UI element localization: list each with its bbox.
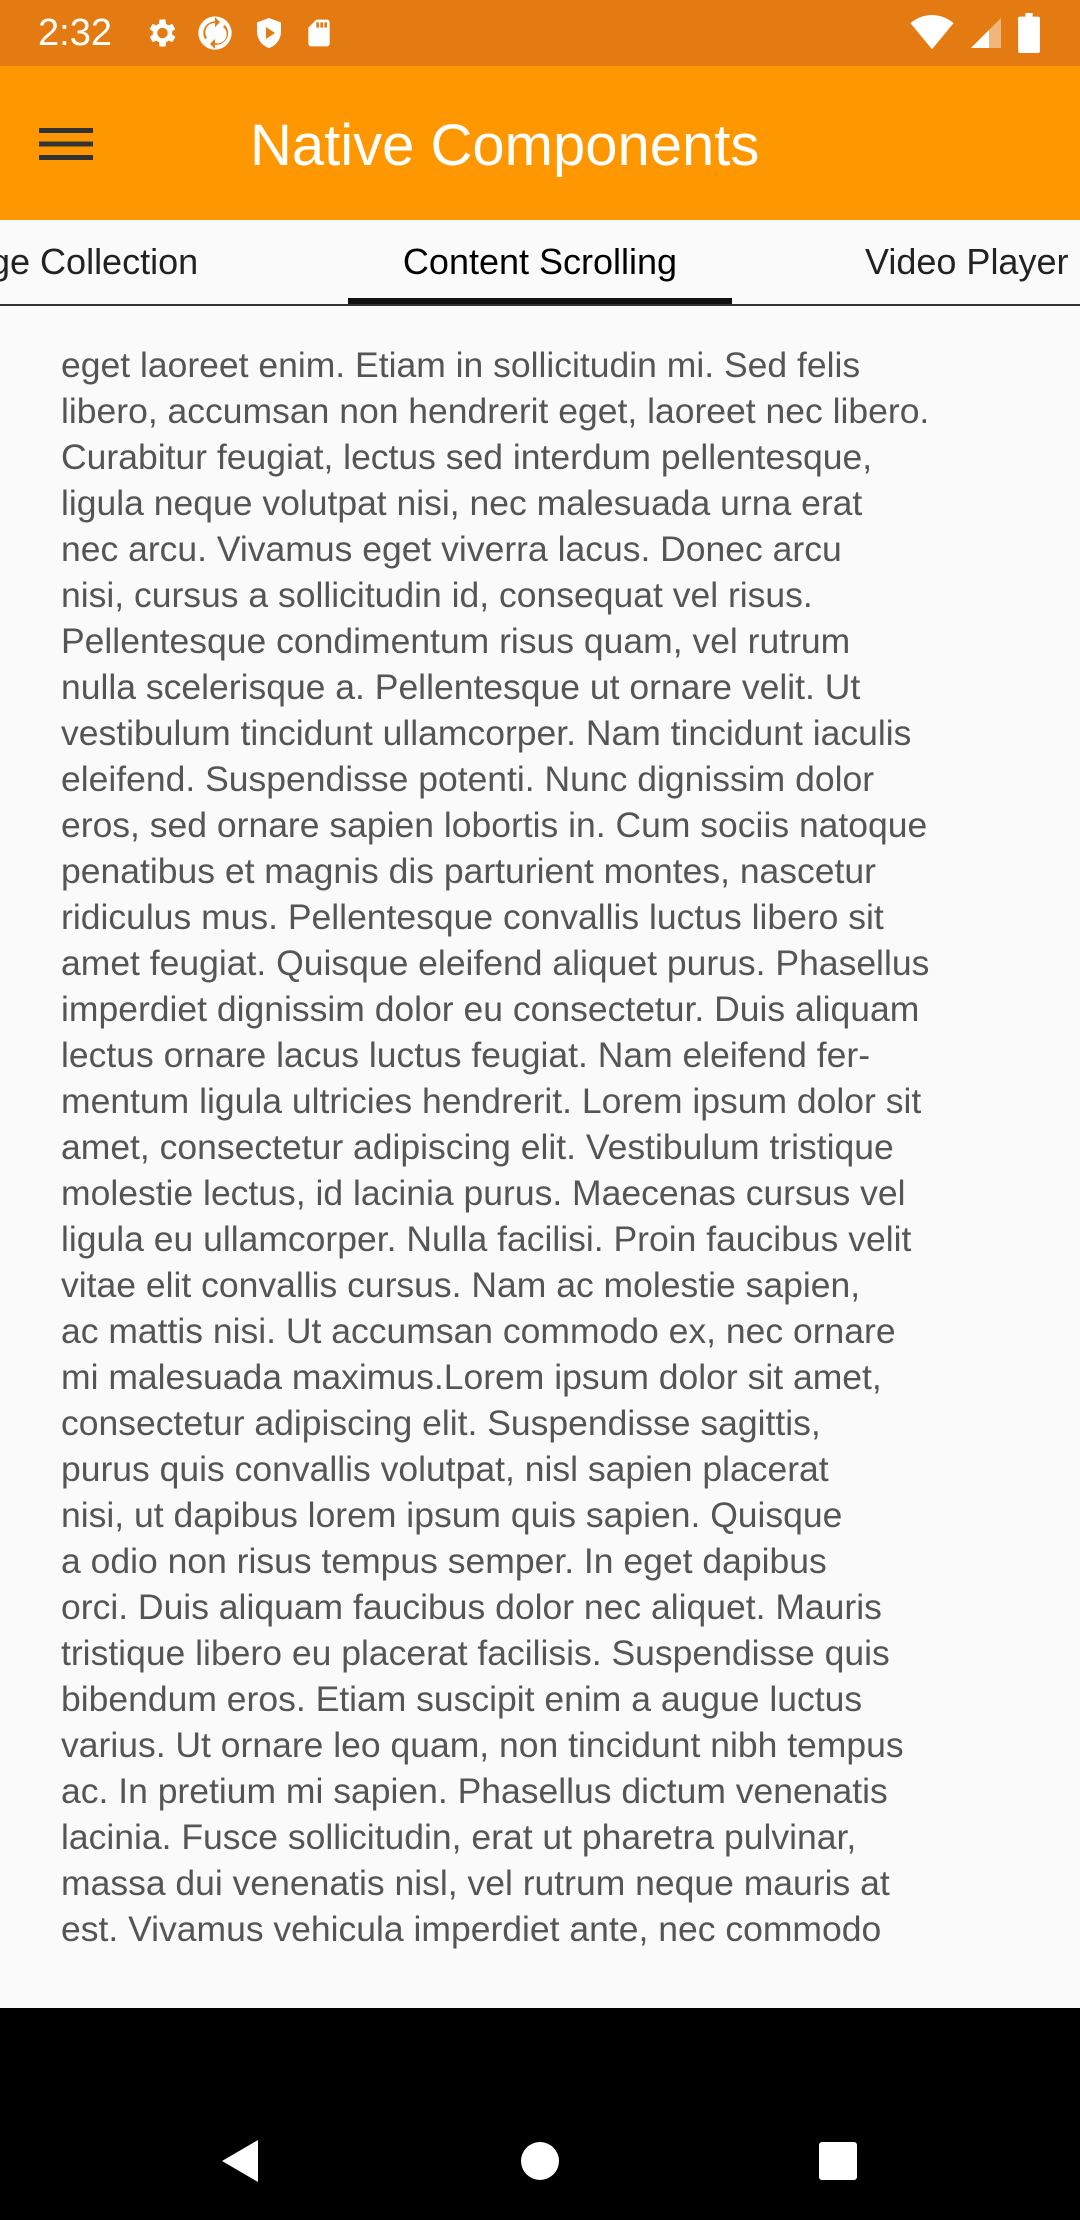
text-line: lectus ornare lacus luctus feugiat. Nam …: [61, 1035, 871, 1075]
text-line: eleifend. Suspendisse potenti. Nunc dign…: [61, 759, 875, 799]
text-line: Curabitur feugiat, lectus sed interdum p…: [61, 437, 873, 477]
text-line: penatibus et magnis dis parturient monte…: [61, 851, 876, 891]
text-line: purus quis convallis volutpat, nisl sapi…: [61, 1449, 829, 1489]
text-line: nec arcu. Vivamus eget viverra lacus. Do…: [61, 529, 842, 569]
text-line: mentum ligula ultricies hendrerit. Lorem…: [61, 1081, 922, 1121]
back-button[interactable]: [195, 2116, 285, 2206]
text-line: est. Vivamus vehicula imperdiet ante, ne…: [61, 1909, 882, 1949]
recents-icon: [819, 2142, 857, 2180]
text-line: bibendum eros. Etiam suscipit enim a aug…: [61, 1679, 863, 1719]
status-icons-left: [143, 14, 335, 52]
screen: 2:32 Native Components ge Collection Con…: [0, 0, 1080, 2220]
text-line: amet feugiat. Quisque eleifend aliquet p…: [61, 943, 930, 983]
text-line: libero, accumsan non hendrerit eget, lao…: [61, 391, 930, 431]
sync-icon: [198, 16, 232, 50]
body-text: eget laoreet enim. Etiam in sollicitudin…: [61, 342, 1031, 1952]
text-line: orci. Duis aliquam faucibus dolor nec al…: [61, 1587, 882, 1627]
status-icons-right: [910, 12, 1040, 54]
text-line: nisi, cursus a sollicitudin id, consequa…: [61, 575, 813, 615]
sd-card-icon: [308, 19, 330, 47]
text-line: varius. Ut ornare leo quam, non tincidun…: [61, 1725, 904, 1765]
tab-image-collection[interactable]: ge Collection: [0, 220, 215, 304]
text-line: nisi, ut dapibus lorem ipsum quis sapien…: [61, 1495, 843, 1535]
cell-signal-icon: [971, 18, 1001, 48]
text-line: massa dui venenatis nisl, vel rutrum neq…: [61, 1863, 890, 1903]
menu-button[interactable]: [30, 108, 102, 180]
navigation-bar: [0, 2008, 1080, 2220]
status-time: 2:32: [38, 12, 112, 54]
home-button[interactable]: [495, 2116, 585, 2206]
text-line: amet, consectetur adipiscing elit. Vesti…: [61, 1127, 894, 1167]
text-line: a odio non risus tempus semper. In eget …: [61, 1541, 827, 1581]
tab-bar: ge Collection Content Scrolling Video Pl…: [0, 220, 1080, 306]
app-bar: Native Components: [0, 66, 1080, 220]
text-line: ac. In pretium mi sapien. Phasellus dict…: [61, 1771, 888, 1811]
text-line: vitae elit convallis cursus. Nam ac mole…: [61, 1265, 861, 1305]
text-line: Pellentesque condimentum risus quam, vel…: [61, 621, 851, 661]
hamburger-menu-icon: [39, 128, 93, 160]
text-line: tristique libero eu placerat facilisis. …: [61, 1633, 890, 1673]
text-line: eget laoreet enim. Etiam in sollicitudin…: [61, 345, 861, 385]
tab-video-player[interactable]: Video Player: [865, 220, 1080, 304]
tab-content-scrolling[interactable]: Content Scrolling: [348, 220, 732, 304]
home-icon: [521, 2142, 559, 2180]
text-line: nulla scelerisque a. Pellentesque ut orn…: [61, 667, 861, 707]
text-line: imperdiet dignissim dolor eu consectetur…: [61, 989, 920, 1029]
text-line: molestie lectus, id lacinia purus. Maece…: [61, 1173, 906, 1213]
text-line: ridiculus mus. Pellentesque convallis lu…: [61, 897, 884, 937]
text-line: lacinia. Fusce sollicitudin, erat ut pha…: [61, 1817, 857, 1857]
text-line: eros, sed ornare sapien lobortis in. Cum…: [61, 805, 928, 845]
back-icon: [222, 2140, 258, 2182]
text-line: ligula eu ullamcorper. Nulla facilisi. P…: [61, 1219, 912, 1259]
status-bar: 2:32: [0, 0, 1080, 66]
recents-button[interactable]: [793, 2116, 883, 2206]
tab-indicator: [348, 298, 732, 304]
scroll-content[interactable]: eget laoreet enim. Etiam in sollicitudin…: [0, 306, 1080, 2008]
app-title: Native Components: [250, 113, 760, 178]
text-line: consectetur adipiscing elit. Suspendisse…: [61, 1403, 821, 1443]
settings-icon: [149, 19, 176, 47]
text-line: mi malesuada maximus.Lorem ipsum dolor s…: [61, 1357, 882, 1397]
play-protect-icon: [257, 18, 281, 48]
battery-icon: [1018, 13, 1040, 53]
wifi-icon: [910, 15, 954, 50]
text-line: vestibulum tincidunt ullamcorper. Nam ti…: [61, 713, 912, 753]
text-line: ligula neque volutpat nisi, nec malesuad…: [61, 483, 863, 523]
text-line: ac mattis nisi. Ut accumsan commodo ex, …: [61, 1311, 896, 1351]
